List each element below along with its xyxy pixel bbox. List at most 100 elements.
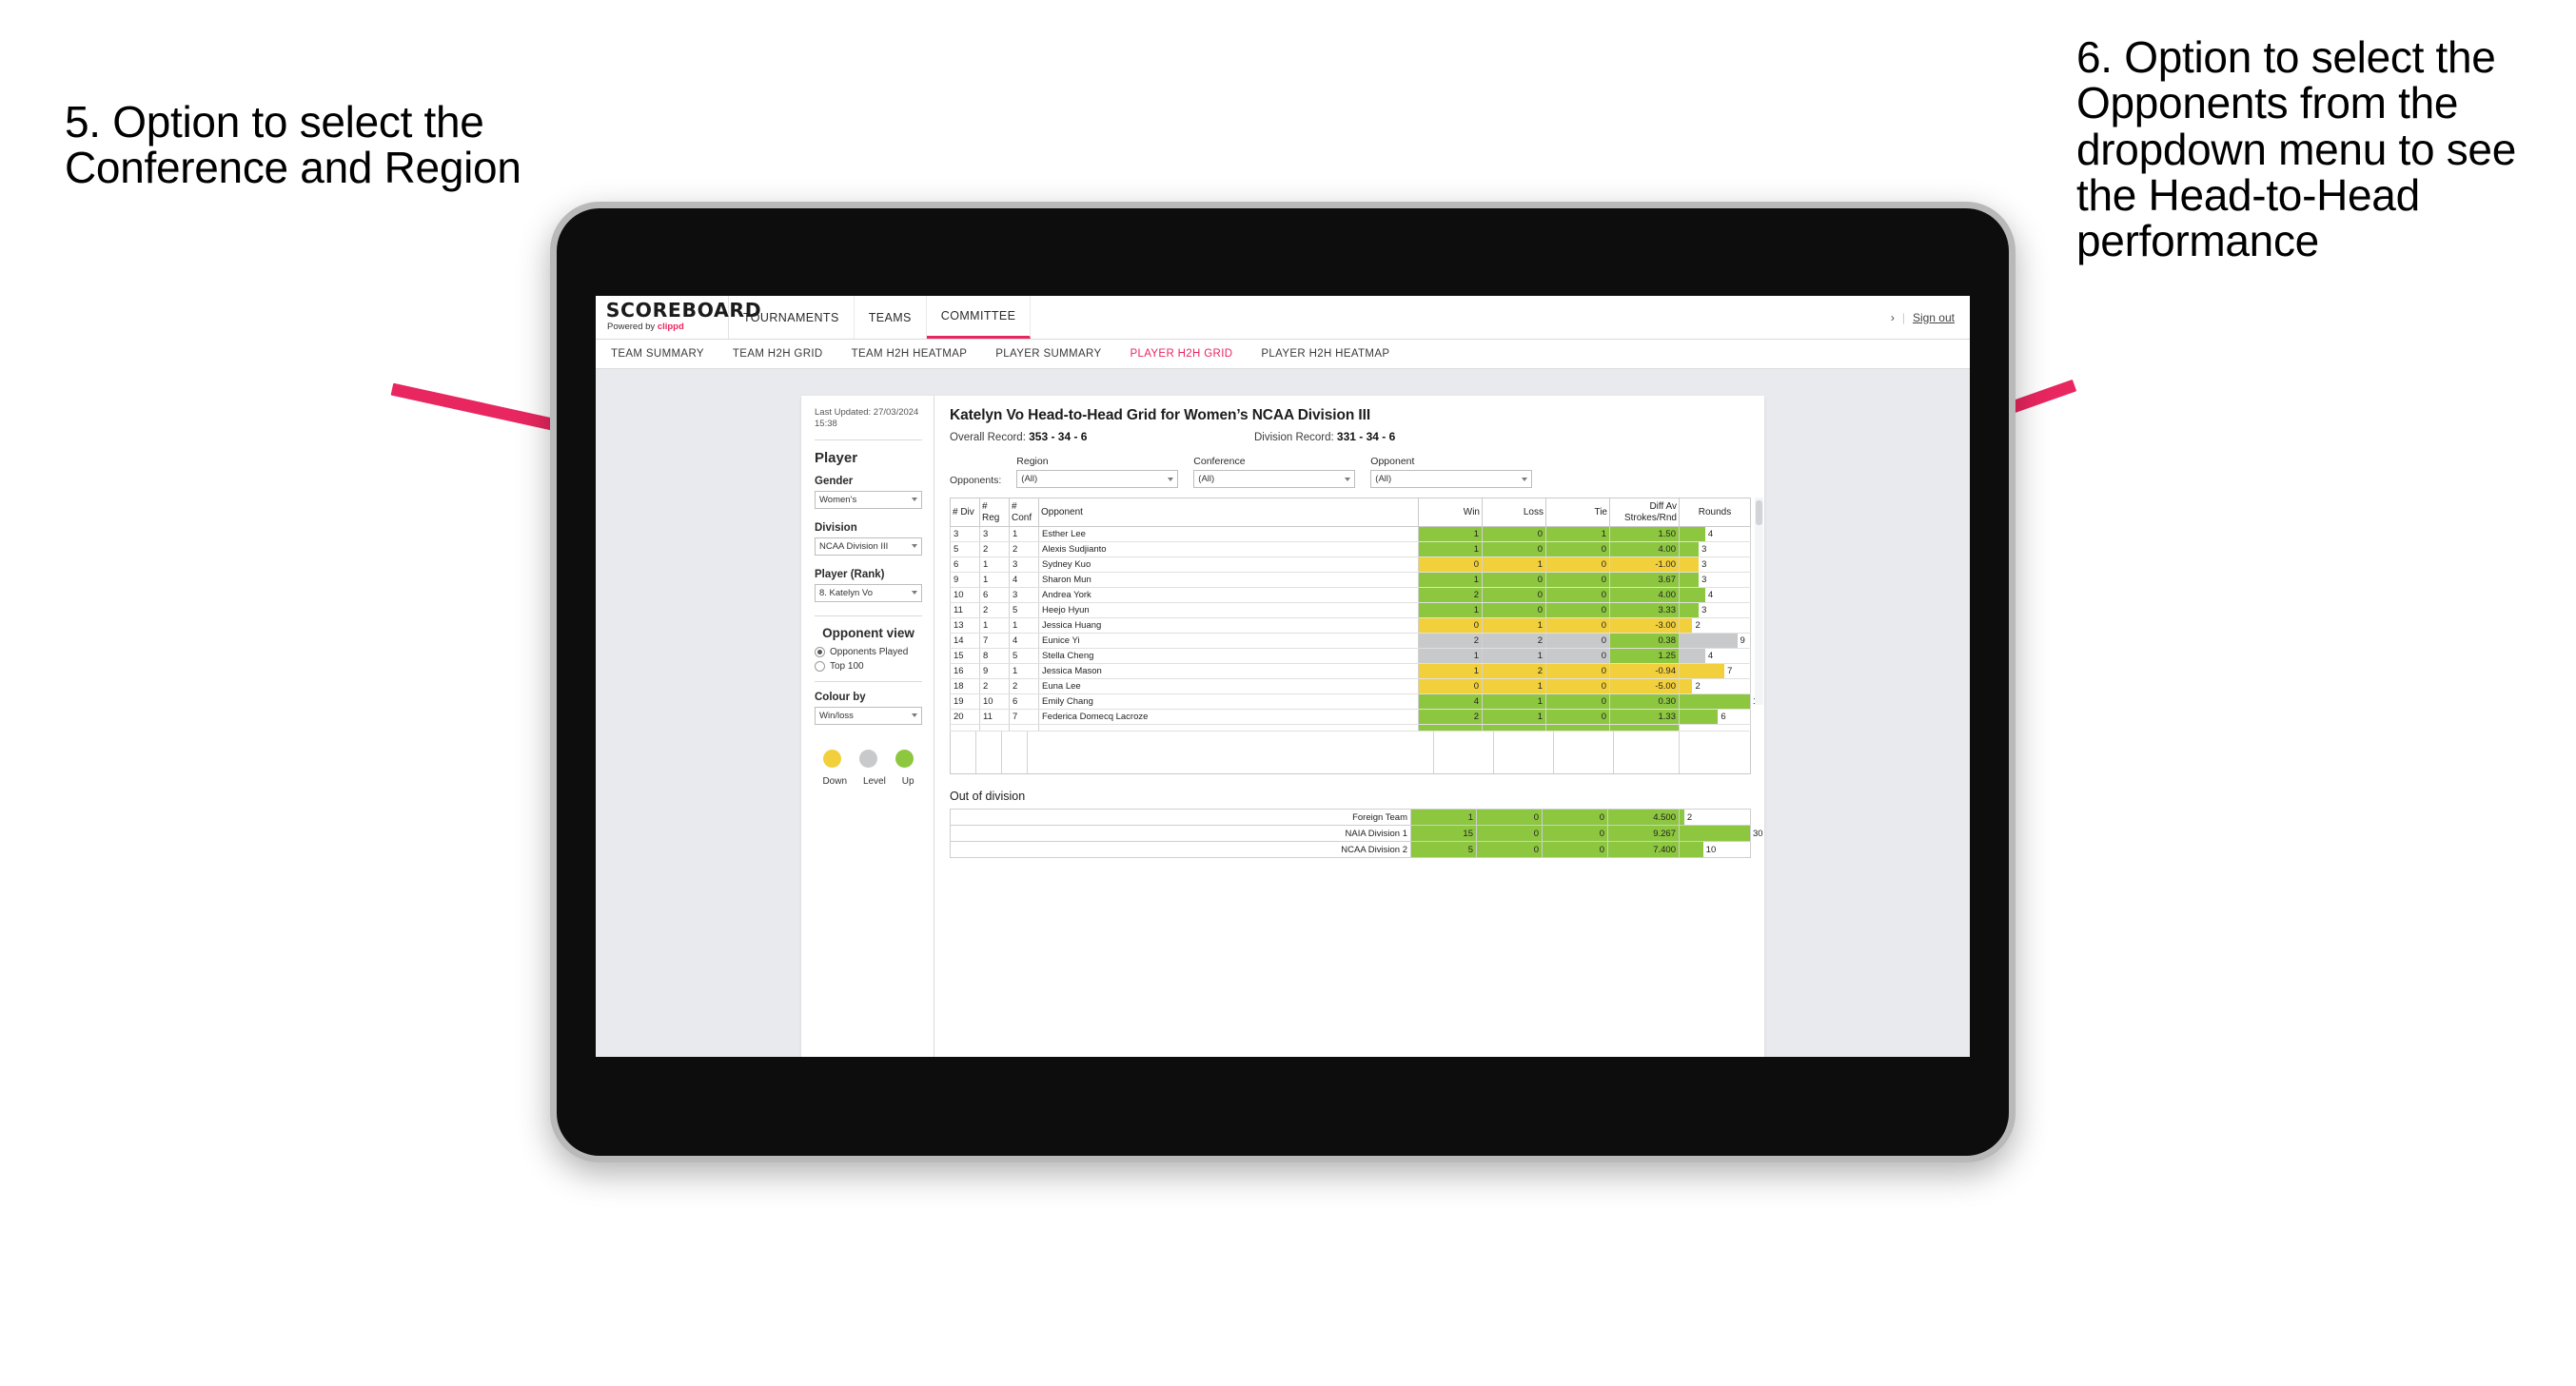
grid-vertical-scrollbar[interactable]	[1755, 498, 1763, 705]
cell-div: 13	[950, 617, 980, 634]
cell-win: 1	[1418, 572, 1483, 588]
subnav-team-h2h-grid[interactable]: TEAM H2H GRID	[733, 348, 823, 360]
opponent-view-title: Opponent view	[822, 625, 914, 640]
table-row[interactable]: 5 2 2 Alexis Sudjianto 1 0 0 4.00 3	[950, 541, 1751, 557]
cell-opponent: Andrea York	[1038, 587, 1419, 603]
rounds-bar	[1680, 588, 1705, 602]
cell-rounds: 2	[1679, 678, 1751, 694]
cell-opponent: Alexis Sudjianto	[1038, 541, 1419, 557]
brand-logo: SCOREBOARD Powered by clippd	[596, 296, 761, 339]
table-row[interactable]: 15 8 5 Stella Cheng 1 1 0 1.25 4	[950, 648, 1751, 664]
filter-colour-by: Colour by Win/loss	[815, 692, 922, 725]
rounds-bar	[1680, 710, 1719, 724]
out-of-division-row[interactable]: Foreign Team 1 0 0 4.500 2	[950, 809, 1751, 826]
cell-rounds: 3	[1679, 541, 1751, 557]
h2h-grid-body: 3 3 1 Esther Lee 1 0 1 1.50 4 5 2 2 Alexis Sudjianto…	[950, 526, 1762, 732]
rounds-value: 6	[1721, 712, 1726, 722]
filter-conference-label: Conference	[1193, 456, 1246, 467]
opponent-filters: Opponents: Region (All) Conference (All)…	[950, 456, 1751, 488]
cell-rounds: 3	[1679, 602, 1751, 618]
out-of-division-row[interactable]: NCAA Division 2 5 0 0 7.400 10	[950, 841, 1751, 858]
cell-tie: 0	[1545, 556, 1610, 573]
nav-tab-committee[interactable]: COMMITTEE	[926, 296, 1032, 339]
subnav-team-h2h-heatmap[interactable]: TEAM H2H HEATMAP	[852, 348, 968, 360]
table-row[interactable]: 18 2 2 Euna Lee 0 1 0 -5.00 2	[950, 678, 1751, 694]
cell-loss: 0	[1482, 602, 1546, 618]
cell-diff: 1.25	[1609, 648, 1680, 664]
cell-win: 2	[1418, 709, 1483, 725]
h2h-grid-footer-blank	[950, 732, 1751, 774]
cell-rounds: 4	[1679, 587, 1751, 603]
chevron-right-icon[interactable]: ›	[1891, 311, 1895, 324]
filter-gender-select[interactable]: Women’s	[815, 490, 922, 509]
filter-conference: Conference (All)	[1193, 456, 1356, 488]
filter-colour-by-select[interactable]: Win/loss	[815, 706, 922, 725]
out-of-division-row[interactable]: NAIA Division 1 15 0 0 9.267 30	[950, 825, 1763, 842]
filter-division-label: Division	[815, 521, 857, 534]
out-of-division-table: Foreign Team 1 0 0 4.500 2 NAIA Division 1 15 0 0…	[950, 809, 1763, 858]
radio-top-100[interactable]: Top 100	[815, 660, 922, 672]
legend-swatch-up	[895, 749, 914, 768]
nav-tab-teams[interactable]: TEAMS	[855, 296, 927, 339]
filter-division-select[interactable]: NCAA Division III	[815, 537, 922, 556]
col-reg: # Reg	[979, 498, 1010, 527]
cell-conf: 1	[1009, 663, 1039, 679]
cell-div: 14	[950, 633, 980, 649]
table-row[interactable]: 16 9 1 Jessica Mason 1 2 0 -0.94 7	[950, 663, 1751, 679]
table-row[interactable]: 9 1 4 Sharon Mun 1 0 0 3.67 3	[950, 572, 1751, 588]
table-row[interactable]: 3 3 1 Esther Lee 1 0 1 1.50 4	[950, 526, 1751, 542]
table-row-partial[interactable]	[950, 724, 1751, 732]
cell-reg: 2	[979, 602, 1010, 618]
table-row[interactable]: 10 6 3 Andrea York 2 0 0 4.00 4	[950, 587, 1751, 603]
filter-gender: Gender Women’s	[815, 476, 922, 509]
table-row[interactable]: 11 2 5 Heejo Hyun 1 0 0 3.33 3	[950, 602, 1751, 618]
table-row[interactable]: 14 7 4 Eunice Yi 2 2 0 0.38 9	[950, 633, 1751, 649]
rounds-bar	[1680, 573, 1700, 587]
cell-tie: 0	[1542, 809, 1608, 826]
table-row[interactable]: 19106Emily Chang4100.3011	[950, 693, 1762, 710]
subnav-player-summary[interactable]: PLAYER SUMMARY	[995, 348, 1101, 360]
main-content: Katelyn Vo Head-to-Head Grid for Women’s…	[934, 396, 1764, 1057]
annotation-left: 5. Option to select the Conference and R…	[65, 97, 521, 193]
cell-reg	[979, 724, 1010, 732]
filter-opponent-value: (All)	[1375, 474, 1392, 484]
cell-loss: 1	[1482, 693, 1546, 710]
cell-opponent: Sydney Kuo	[1038, 556, 1419, 573]
cell-rounds: 2	[1679, 809, 1751, 826]
header-separator: |	[1901, 310, 1905, 324]
subnav-team-summary[interactable]: TEAM SUMMARY	[611, 348, 704, 360]
cell-opponent: Stella Cheng	[1038, 648, 1419, 664]
cell-loss: 1	[1482, 709, 1546, 725]
col-rounds: Rounds	[1679, 498, 1751, 527]
filter-opponent-select[interactable]: (All)	[1370, 470, 1533, 488]
cell-div: 16	[950, 663, 980, 679]
sign-out-link[interactable]: Sign out	[1913, 311, 1955, 324]
filter-conference-select[interactable]: (All)	[1193, 470, 1356, 488]
table-header-row: # Div # Reg # Conf Opponent Win Loss Tie…	[950, 498, 1751, 527]
col-tie: Tie	[1545, 498, 1610, 527]
table-row[interactable]: 6 1 3 Sydney Kuo 0 1 0 -1.00 3	[950, 556, 1751, 573]
cell-diff: -5.00	[1609, 678, 1680, 694]
subnav-player-h2h-grid[interactable]: PLAYER H2H GRID	[1130, 348, 1232, 360]
filter-region-label: Region	[1016, 456, 1049, 467]
rounds-value: 2	[1686, 811, 1693, 823]
cell-win: 1	[1418, 602, 1483, 618]
app-header-right: › | Sign out	[1891, 296, 1970, 339]
table-row[interactable]: 20 11 7 Federica Domecq Lacroze 2 1 0 1.33 6	[950, 709, 1751, 725]
cell-conf: 3	[1009, 587, 1039, 603]
filter-gender-value: Women’s	[819, 494, 857, 505]
subnav-player-h2h-heatmap[interactable]: PLAYER H2H HEATMAP	[1261, 348, 1389, 360]
overall-record-value: 353 - 34 - 6	[1029, 430, 1088, 443]
sidebar-divider-2	[815, 615, 922, 616]
rounds-value: 4	[1707, 651, 1714, 661]
filter-region-select[interactable]: (All)	[1016, 470, 1179, 488]
dashboard-card-body: Last Updated: 27/03/2024 15:38 Player Ge…	[801, 396, 1764, 1057]
legend-swatch-down	[823, 749, 842, 768]
filter-player-rank-select[interactable]: 8. Katelyn Vo	[815, 583, 922, 602]
table-row[interactable]: 13 1 1 Jessica Huang 0 1 0 -3.00 2	[950, 617, 1751, 634]
cell-win: 0	[1418, 617, 1483, 634]
grid-scrollbar-thumb[interactable]	[1756, 500, 1762, 525]
filter-player-rank-value: 8. Katelyn Vo	[819, 587, 873, 598]
cell-rounds: 9	[1679, 633, 1751, 649]
radio-opponents-played[interactable]: Opponents Played	[815, 646, 922, 657]
